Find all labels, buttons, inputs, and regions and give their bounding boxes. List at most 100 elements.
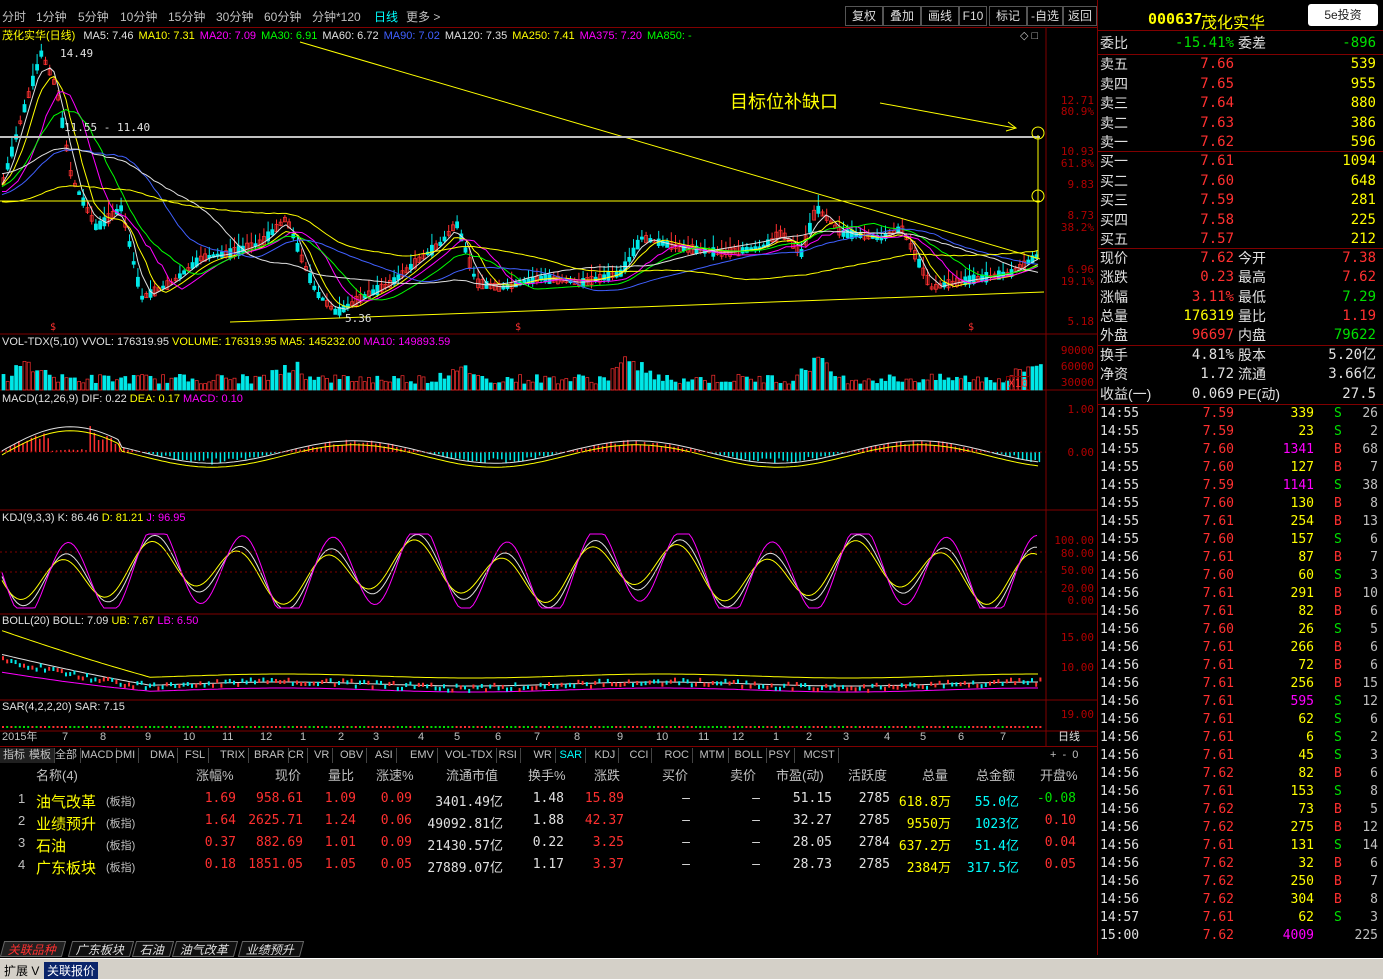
- period-tab[interactable]: 分时: [2, 8, 26, 25]
- indicator-tab[interactable]: MCST: [801, 748, 839, 763]
- period-tab[interactable]: 60分钟: [264, 8, 301, 25]
- toolbar-button[interactable]: 复权: [845, 6, 883, 26]
- candle-body: [396, 274, 401, 281]
- quote-stat-row: 净资 1.72 流通 3.66亿: [1100, 366, 1376, 383]
- date-axis-label: 6: [495, 731, 502, 743]
- panel-controls[interactable]: ◇ □: [1020, 30, 1038, 43]
- indicator-tab[interactable]: OBV: [337, 748, 368, 763]
- cell-zje: 51.4亿: [974, 839, 1019, 854]
- boll-candle: [123, 683, 126, 688]
- table-row[interactable]: 2 业绩预升 (板指) 1.64 2625.71 1.24 0.06 49092.81亿 1.8…: [0, 812, 1097, 833]
- table-header[interactable]: 涨速%: [376, 765, 414, 784]
- table-header[interactable]: 买价: [662, 765, 688, 784]
- related-tab[interactable]: 关联品种: [0, 941, 67, 957]
- boll-candle: [581, 680, 584, 685]
- period-tab[interactable]: 分钟*120: [312, 8, 361, 25]
- period-tab[interactable]: 30分钟: [216, 8, 253, 25]
- sar-dot: [27, 726, 30, 728]
- period-tab[interactable]: 15分钟: [168, 8, 205, 25]
- table-row[interactable]: 4 广东板块 (板指) 0.18 1851.05 1.05 0.05 27889.07亿 1.1…: [0, 856, 1097, 877]
- indicator-tab[interactable]: RSI: [496, 748, 521, 763]
- toolbar-button[interactable]: -自选: [1027, 6, 1063, 26]
- indicator-tab[interactable]: WR: [531, 748, 556, 763]
- table-row[interactable]: 3 石油 (板指) 0.37 882.69 1.01 0.09 21430.57亿 0.22 3.…: [0, 834, 1097, 855]
- table-header[interactable]: 名称(4): [36, 765, 78, 784]
- indicator-tab[interactable]: 模板: [26, 748, 55, 763]
- related-tab[interactable]: 油气改革: [171, 941, 239, 957]
- volume-bar: [413, 383, 417, 391]
- table-header[interactable]: 开盘%: [1040, 765, 1078, 784]
- volume-bar: [539, 382, 543, 391]
- indicator-tab[interactable]: ASI: [372, 748, 397, 763]
- table-header[interactable]: 流通市值: [446, 765, 498, 784]
- indicator-tab[interactable]: BRAR: [251, 748, 289, 763]
- related-tab[interactable]: 业绩预升: [237, 941, 305, 957]
- boll-candle: [476, 685, 479, 690]
- volume-bar: [194, 380, 199, 391]
- toolbar-button[interactable]: 返回: [1063, 6, 1097, 26]
- indicator-tab[interactable]: FSL: [182, 748, 210, 763]
- sar-dot: [489, 726, 492, 728]
- table-header[interactable]: 量比: [328, 765, 354, 784]
- indicator-tab[interactable]: CCI: [627, 748, 653, 763]
- table-header[interactable]: 总量: [922, 765, 948, 784]
- indicator-tab[interactable]: CR: [285, 748, 308, 763]
- table-header[interactable]: 现价: [275, 765, 301, 784]
- table-header[interactable]: 市盈(动): [776, 765, 824, 784]
- indicator-tab[interactable]: EMV: [407, 748, 438, 763]
- volume-bars: [1, 356, 1043, 391]
- related-tab[interactable]: 广东板块: [67, 941, 135, 957]
- related-tabs: 关联品种 广东板块 石油 油气改革 业绩预升: [0, 940, 1097, 958]
- table-header[interactable]: 涨幅%: [196, 765, 234, 784]
- table-header[interactable]: 涨跌: [594, 765, 620, 784]
- indicator-tab[interactable]: SAR: [557, 748, 587, 763]
- toolbar-button[interactable]: 叠加: [883, 6, 921, 26]
- indicator-tab[interactable]: ROC: [662, 748, 693, 763]
- volume-bar: [98, 374, 102, 391]
- indicator-tab[interactable]: PSY: [766, 748, 795, 763]
- zoom-controls[interactable]: + - 0: [1050, 749, 1078, 762]
- sar-dot: [732, 726, 735, 728]
- boll-candle: [266, 680, 269, 685]
- table-header[interactable]: 总金额: [976, 765, 1015, 784]
- indicator-tab[interactable]: DMA: [147, 748, 179, 763]
- table-header[interactable]: 换手%: [528, 765, 566, 784]
- volume-bar: [312, 379, 317, 391]
- boll-candle: [73, 670, 76, 675]
- sar-dot: [716, 726, 718, 728]
- period-tab[interactable]: 10分钟: [120, 8, 157, 25]
- period-tab[interactable]: 1分钟: [36, 8, 67, 25]
- indicator-tab[interactable]: 指标: [0, 748, 29, 763]
- indicator-tab[interactable]: BOLL: [732, 748, 767, 763]
- table-header[interactable]: 活跃度: [848, 765, 887, 784]
- toolbar-button[interactable]: 画线: [921, 6, 959, 26]
- period-tab[interactable]: 更多 >: [406, 8, 440, 25]
- indicator-tab[interactable]: VOL-TDX: [442, 748, 497, 763]
- period-tab[interactable]: 5分钟: [78, 8, 109, 25]
- toolbar-button[interactable]: F10: [959, 6, 987, 26]
- table-header[interactable]: 卖价: [730, 765, 756, 784]
- related-tab[interactable]: 石油: [131, 941, 175, 957]
- indicator-tab[interactable]: VR: [311, 748, 334, 763]
- indicator-tab[interactable]: KDJ: [592, 748, 620, 763]
- volume-bar: [778, 383, 783, 391]
- expand-button[interactable]: 扩展 V: [4, 962, 39, 979]
- boll-candle: [653, 679, 655, 684]
- indicator-tab[interactable]: TRIX: [217, 748, 250, 763]
- period-tab[interactable]: 日线: [374, 8, 398, 25]
- candle-body: [320, 297, 325, 301]
- related-quote-button[interactable]: 关联报价: [44, 962, 99, 979]
- toolbar-button[interactable]: 标记: [989, 6, 1027, 26]
- indicator-tab[interactable]: DMI: [112, 748, 140, 763]
- boll-candle: [527, 685, 529, 690]
- indicator-tab[interactable]: MTM: [697, 748, 729, 763]
- indicator-tab[interactable]: 全部: [52, 748, 81, 763]
- cell-lb: 1.24: [324, 813, 356, 828]
- cell-syl: 28.05: [792, 835, 832, 850]
- date-axis-label: 8: [100, 731, 107, 743]
- boll-candle: [10, 659, 13, 664]
- table-row[interactable]: 1 油气改革 (板指) 1.69 958.61 1.09 0.09 3401.49亿 1.48 1…: [0, 790, 1097, 811]
- sar-dot: [766, 726, 769, 728]
- sar-dot: [455, 726, 458, 728]
- sar-dot: [539, 726, 542, 728]
